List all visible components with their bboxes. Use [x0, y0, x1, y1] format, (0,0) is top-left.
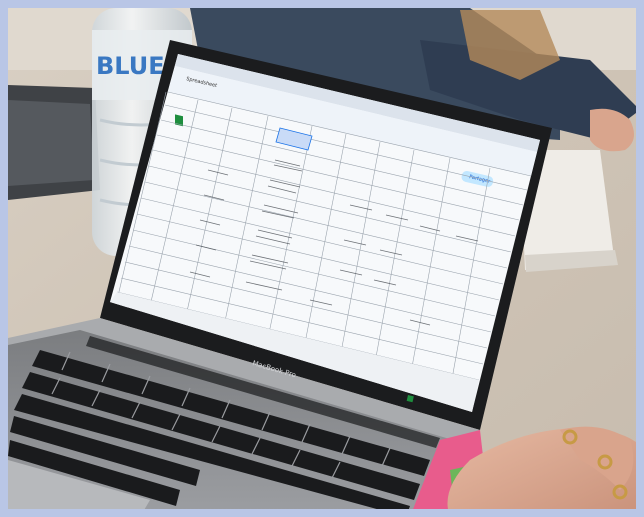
background-laptop-keyboard — [8, 100, 94, 186]
photo-frame: BLUES Partager Spreadsheet MacBook Pro — [0, 0, 644, 517]
laptop-photo: BLUES Partager Spreadsheet MacBook Pro — [0, 0, 644, 517]
